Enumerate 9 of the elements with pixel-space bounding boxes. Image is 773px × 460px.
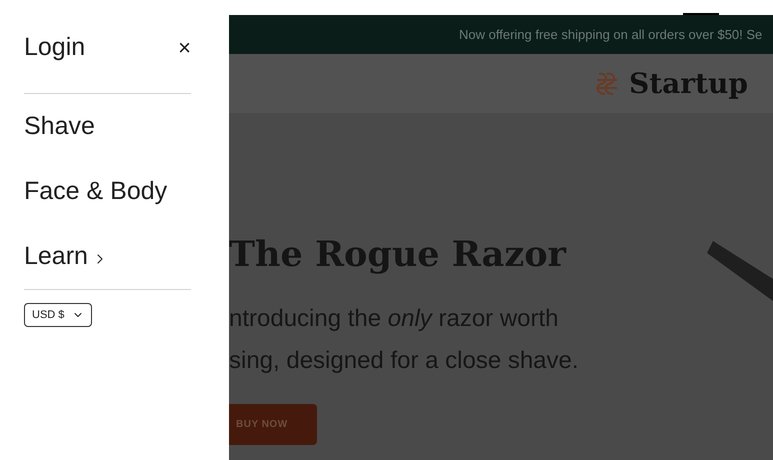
- header-bar-mark: [683, 13, 719, 15]
- logo-text: Startup: [629, 66, 748, 102]
- close-button[interactable]: ×: [178, 36, 191, 58]
- currency-select[interactable]: USD $: [24, 303, 92, 327]
- menu-link[interactable]: Face & Body: [24, 159, 191, 224]
- menu-link[interactable]: Learn: [24, 224, 191, 289]
- announcement-text: Now offering free shipping on all orders over $50! Se: [459, 26, 762, 44]
- menu-link[interactable]: Shave: [24, 94, 191, 159]
- login-link[interactable]: Login: [24, 28, 86, 66]
